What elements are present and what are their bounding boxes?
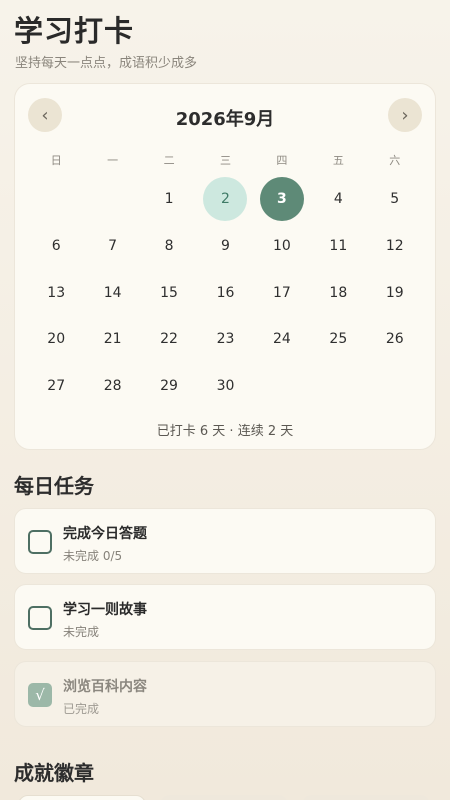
day-cell: 6 [28,223,84,270]
day-number[interactable]: 29 [147,364,191,408]
day-number[interactable]: 8 [147,224,191,268]
task-item[interactable]: √ 浏览百科内容 已完成 [14,661,436,727]
day-cell: 3 [254,176,310,223]
day-number[interactable]: 6 [34,224,78,268]
task-name: 学习一则故事 [63,602,147,618]
day-number[interactable]: 16 [203,271,247,315]
day-number[interactable]: 25 [316,317,360,361]
day-cell: 25 [310,316,366,363]
day-cell: 29 [141,363,197,410]
day-number[interactable]: 26 [373,317,417,361]
weekday-label: 二 [163,154,175,167]
badges-section-title: 成就徽章 [14,761,94,785]
page-title: 学习打卡 [14,14,135,48]
day-number[interactable]: 17 [260,271,304,315]
day-cell: 4 [310,176,366,223]
day-cell: 28 [84,363,140,410]
day-number[interactable]: 1 [147,177,191,221]
tasks-section-title: 每日任务 [14,474,94,498]
day-cell: 26 [367,316,423,363]
day-number[interactable]: 24 [260,317,304,361]
task-status: 已完成 [63,702,100,716]
check-icon: √ [35,686,45,704]
day-cell: 27 [28,363,84,410]
task-checkbox[interactable] [28,530,52,554]
next-month-button[interactable]: › [388,98,422,132]
day-cell: 24 [254,316,310,363]
day-cell: 9 [197,223,253,270]
day-number[interactable]: 21 [91,317,135,361]
day-cell: 16 [197,269,253,316]
chevron-right-icon: › [401,104,409,126]
day-cell: 7 [84,223,140,270]
task-item[interactable]: 完成今日答题 未完成 0/5 [14,508,436,574]
badge-card[interactable] [302,795,430,800]
task-checkbox[interactable] [28,606,52,630]
task-name: 完成今日答题 [63,526,147,542]
day-number[interactable]: 20 [34,317,78,361]
day-cell: 5 [367,176,423,223]
day-cell: 10 [254,223,310,270]
day-number[interactable]: 30 [203,364,247,408]
task-name: 浏览百科内容 [63,679,147,695]
month-title: 2026年9月 [175,109,275,130]
day-cell: 30 [197,363,253,410]
day-cell: 1 [141,176,197,223]
day-cell: 2 [197,176,253,223]
day-cell: 13 [28,269,84,316]
day-number[interactable]: 10 [260,224,304,268]
weekday-label: 六 [389,154,401,167]
day-cell: 19 [367,269,423,316]
empty-day-cell [28,176,84,223]
calendar-card: ‹ 2026年9月 › 日 一 二 三 四 五 六 1 2 3 4 5 6 7 8 9 10 11 1… [14,83,436,450]
day-number[interactable]: 13 [34,271,78,315]
checkin-stats: 已打卡 6 天 · 连续 2 天 [156,424,294,439]
day-number[interactable]: 12 [373,224,417,268]
day-cell: 8 [141,223,197,270]
weekday-label: 一 [107,154,119,167]
weekday-label: 日 [50,154,62,167]
weekday-label: 四 [276,154,288,167]
day-number[interactable]: 5 [373,177,417,221]
empty-day-cell [84,176,140,223]
task-status: 未完成 0/5 [63,549,123,563]
day-cell: 22 [141,316,197,363]
day-cell: 11 [310,223,366,270]
day-number[interactable]: 28 [91,364,135,408]
task-item[interactable]: 学习一则故事 未完成 [14,584,436,650]
day-number[interactable]: 19 [373,271,417,315]
badge-card[interactable] [18,795,146,800]
day-number[interactable]: 7 [91,224,135,268]
day-number[interactable]: 18 [316,271,360,315]
day-number[interactable]: 22 [147,317,191,361]
day-number[interactable]: 9 [203,224,247,268]
day-number[interactable]: 14 [91,271,135,315]
weekday-header: 日 一 二 三 四 五 六 [28,152,423,168]
day-cell: 23 [197,316,253,363]
weekday-label: 三 [219,154,231,167]
weekday-label: 五 [332,154,344,167]
day-cell: 20 [28,316,84,363]
badge-card[interactable] [160,795,288,800]
day-cell: 18 [310,269,366,316]
day-cell: 14 [84,269,140,316]
day-cell: 12 [367,223,423,270]
day-number[interactable]: 15 [147,271,191,315]
day-number[interactable]: 23 [203,317,247,361]
day-cell: 17 [254,269,310,316]
day-today[interactable]: 3 [259,177,304,222]
task-checkbox[interactable]: √ [28,683,52,707]
task-status: 未完成 [63,625,100,639]
day-cell: 15 [141,269,197,316]
day-number[interactable]: 4 [316,177,360,221]
day-number[interactable]: 11 [316,224,360,268]
day-number[interactable]: 27 [34,364,78,408]
day-number[interactable]: 2 [203,177,248,222]
day-cell: 21 [84,316,140,363]
calendar-days-grid: 1 2 3 4 5 6 7 8 9 10 11 12 13 14 15 16 17 18 19 20 21 22 23 24 2… [28,176,423,409]
page-subtitle: 坚持每天一点点，成语积少成多 [15,56,198,71]
